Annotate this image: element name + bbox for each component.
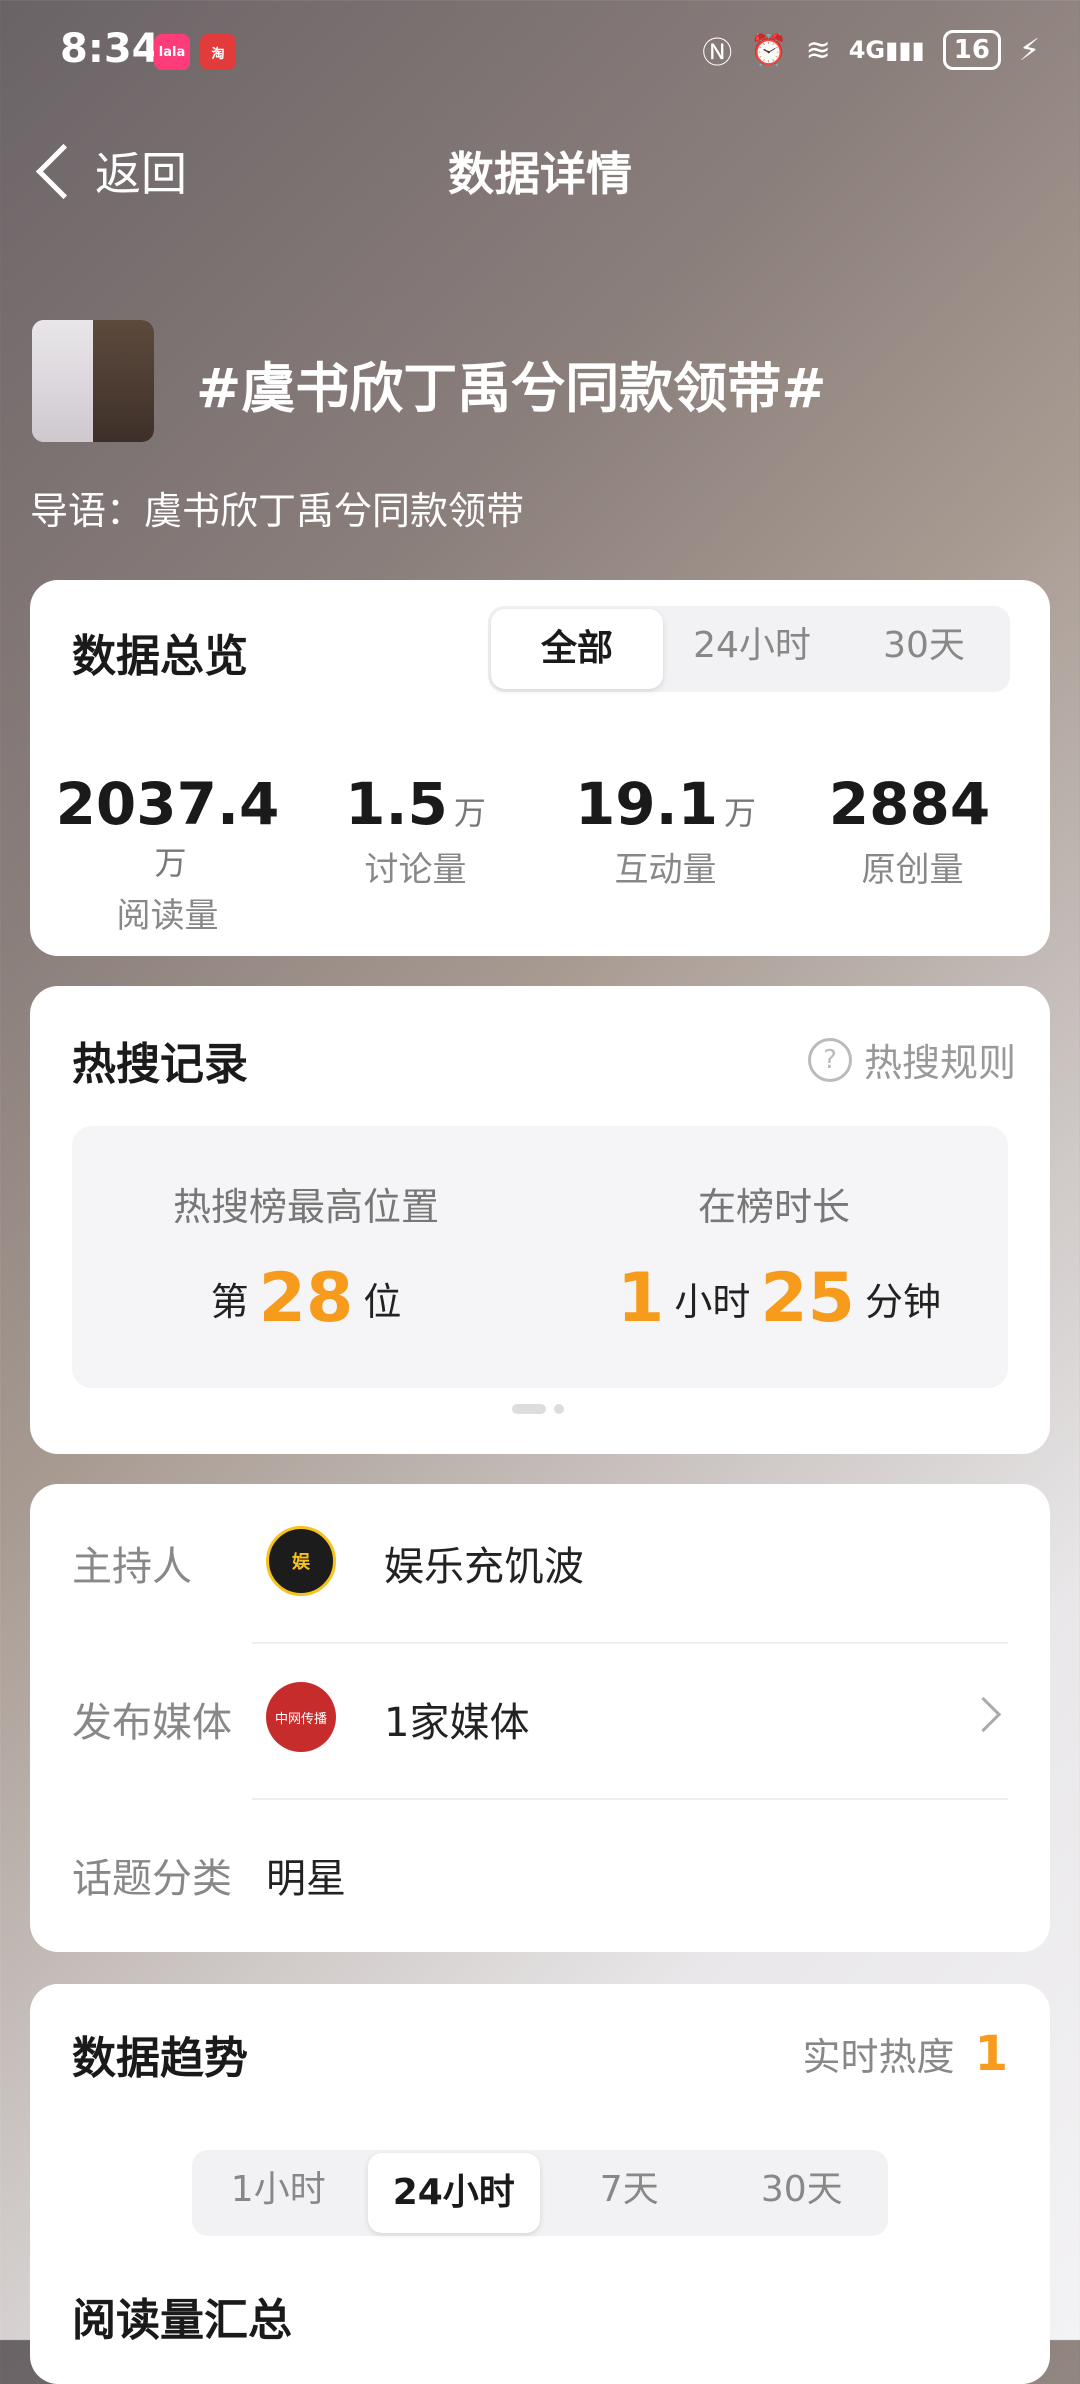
tab-all[interactable]: 全部 <box>491 609 663 689</box>
stat-unit: 万 <box>453 794 486 832</box>
stat-label: 阅读量 <box>116 896 219 936</box>
alarm-icon: ⏰ <box>750 32 788 68</box>
rank-number: 28 <box>258 1259 354 1338</box>
stat-value: 2884 <box>828 770 991 838</box>
minutes-unit: 分钟 <box>864 1280 941 1324</box>
category-value: 明星 <box>266 1856 346 1902</box>
hot-search-title: 热搜记录 <box>72 1039 248 1090</box>
help-icon: ? <box>807 1037 852 1082</box>
trend-card: 数据趋势 实时热度 1 1小时 24小时 7天 30天 阅读量汇总 <box>30 1984 1050 2384</box>
topic-title: #虞书欣丁禹兮同款领带# <box>196 357 827 420</box>
best-rank-value: 第 28 位 <box>72 1259 540 1338</box>
on-list-duration: 在榜时长 1 小时 25 分钟 <box>540 1176 1008 1338</box>
tab-7d[interactable]: 7天 <box>543 2150 716 2236</box>
host-avatar: 娱 <box>266 1526 336 1596</box>
overview-card: 数据总览 全部 24小时 30天 2037.4万 阅读量 1.5 万 讨论量 19… <box>30 580 1050 956</box>
tab-30d[interactable]: 30天 <box>716 2150 889 2236</box>
stat-label: 讨论量 <box>364 850 467 890</box>
hot-rules-link[interactable]: ? 热搜规则 <box>807 1032 1016 1087</box>
tab-24h[interactable]: 24小时 <box>666 606 838 692</box>
topic-intro: 导语：虞书欣丁禹兮同款领带 <box>30 489 525 533</box>
stat-reads: 2037.4 万 阅读量 <box>40 770 295 937</box>
category-row: 话题分类 明星 <box>72 1796 1008 1952</box>
stat-originals: 2884 原创量 <box>785 770 1040 891</box>
duration-hours: 1 <box>617 1259 665 1338</box>
tab-30d[interactable]: 30天 <box>838 606 1010 692</box>
stat-value: 1.5 <box>345 770 448 838</box>
trend-title: 数据趋势 <box>72 2033 248 2084</box>
status-bar: 8:34 lala 淘 Ⓝ ⏰ ≋ 4G▮▮▮ 16 ⚡ <box>0 0 1080 110</box>
overview-title: 数据总览 <box>72 631 248 682</box>
duration-value: 1 小时 25 分钟 <box>540 1259 1008 1338</box>
rank-suffix: 位 <box>363 1280 402 1324</box>
hot-rules-label: 热搜规则 <box>863 1041 1016 1085</box>
page-indicator <box>512 1404 564 1414</box>
stat-label: 原创量 <box>861 850 964 890</box>
charging-icon: ⚡ <box>1018 32 1040 68</box>
page-dot-active <box>512 1404 546 1414</box>
media-label: 发布媒体 <box>72 1700 232 1746</box>
battery-icon: 16 <box>942 30 1001 70</box>
realtime-label: 实时热度 <box>802 2035 955 2079</box>
duration-minutes: 25 <box>760 1259 855 1338</box>
duration-label: 在榜时长 <box>697 1185 850 1229</box>
best-rank: 热搜榜最高位置 第 28 位 <box>72 1176 540 1338</box>
trend-tabs: 1小时 24小时 7天 30天 <box>192 2150 888 2236</box>
stat-discussions: 1.5 万 讨论量 <box>288 770 543 891</box>
partial-section-label: 阅读量汇总 <box>72 2295 292 2346</box>
stat-interactions: 19.1 万 互动量 <box>538 770 793 891</box>
stat-unit: 万 <box>724 794 757 832</box>
hot-stats-box: 热搜榜最高位置 第 28 位 在榜时长 1 小时 25 分钟 <box>72 1126 1008 1388</box>
stat-value: 2037.4 <box>55 770 280 838</box>
realtime-value: 1 <box>974 2026 1008 2082</box>
status-time: 8:34 <box>60 26 160 72</box>
media-row[interactable]: 发布媒体 中网传播 1家媒体 <box>72 1640 1008 1796</box>
stat-value: 19.1 <box>574 770 719 838</box>
hours-unit: 小时 <box>674 1280 751 1324</box>
stat-label: 互动量 <box>614 850 717 890</box>
host-label: 主持人 <box>72 1544 192 1590</box>
tab-24h[interactable]: 24小时 <box>367 2153 540 2233</box>
host-row[interactable]: 主持人 娱 娱乐充饥波 <box>72 1484 1008 1640</box>
app-notification-icon: lala <box>154 34 190 70</box>
signal-icon: 4G▮▮▮ <box>848 36 925 64</box>
media-logo-icon: 中网传播 <box>266 1682 336 1752</box>
hot-search-card: 热搜记录 ? 热搜规则 热搜榜最高位置 第 28 位 在榜时长 1 小时 25 分钟 <box>30 986 1050 1454</box>
stat-unit: 万 <box>154 844 187 882</box>
media-value: 1家媒体 <box>384 1700 530 1746</box>
overview-tabs: 全部 24小时 30天 <box>488 606 1010 692</box>
best-rank-label: 热搜榜最高位置 <box>172 1185 439 1229</box>
page-title: 数据详情 <box>448 147 632 201</box>
host-name: 娱乐充饥波 <box>384 1544 584 1590</box>
wifi-icon: ≋ <box>805 32 831 68</box>
info-card: 主持人 娱 娱乐充饥波 发布媒体 中网传播 1家媒体 话题分类 明星 <box>30 1484 1050 1952</box>
rank-prefix: 第 <box>210 1280 249 1324</box>
topic-avatar <box>32 320 154 442</box>
status-icons: Ⓝ ⏰ ≋ 4G▮▮▮ 16 ⚡ <box>702 28 1040 72</box>
chevron-right-icon <box>965 1696 1002 1733</box>
category-label: 话题分类 <box>72 1856 232 1902</box>
realtime-heat: 实时热度 1 <box>802 2026 1008 2082</box>
app-notification-icon: 淘 <box>200 34 236 70</box>
tab-1h[interactable]: 1小时 <box>192 2150 365 2236</box>
page-dot <box>554 1404 564 1414</box>
nfc-icon: Ⓝ <box>702 36 733 71</box>
